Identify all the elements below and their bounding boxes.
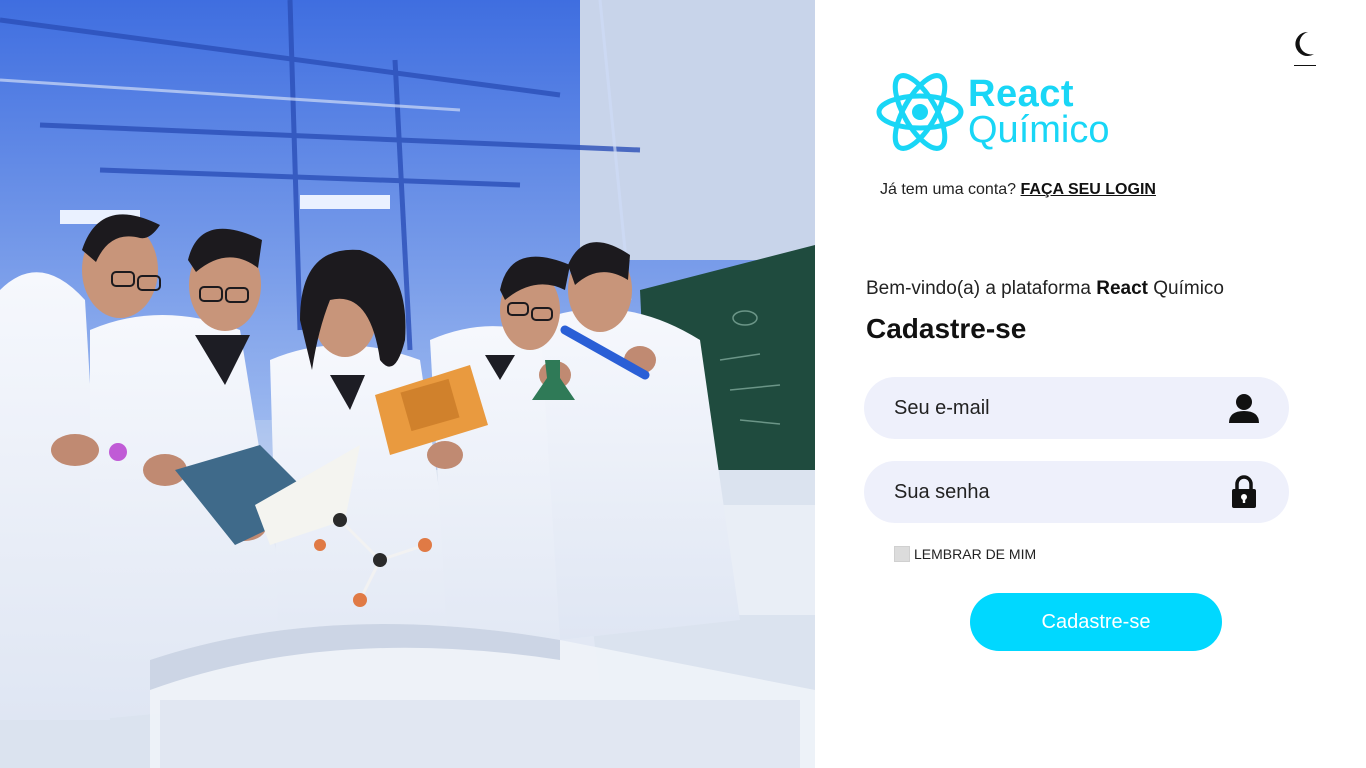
signup-button[interactable]: Cadastre-se: [970, 593, 1222, 651]
password-input[interactable]: [894, 480, 1227, 504]
welcome-message: Bem-vindo(a) a plataforma React Químico: [866, 278, 1224, 300]
email-input[interactable]: [894, 396, 1227, 420]
login-link[interactable]: FAÇA SEU LOGIN: [1021, 181, 1156, 198]
page-title: Cadastre-se: [866, 313, 1027, 344]
login-prompt-text: Já tem uma conta?: [880, 181, 1017, 198]
theme-toggle-button[interactable]: [1290, 30, 1320, 66]
react-atom-logo-icon: [876, 70, 964, 159]
brand-logo: React Químico: [876, 70, 1156, 154]
password-field: [864, 461, 1289, 523]
lock-icon: [1227, 475, 1261, 509]
hero-photo: [0, 0, 815, 768]
welcome-brand-bold: React: [1096, 278, 1148, 299]
email-field: [864, 377, 1289, 439]
welcome-prefix: Bem-vindo(a) a plataforma: [866, 278, 1091, 299]
theme-toggle-underline: [1294, 65, 1316, 66]
remember-me-option[interactable]: LEMBRAR DE MIM: [894, 546, 1036, 562]
login-prompt: Já tem uma conta? FAÇA SEU LOGIN: [880, 181, 1156, 199]
remember-me-label: LEMBRAR DE MIM: [914, 546, 1037, 562]
user-icon: [1227, 391, 1261, 425]
moon-icon: [1294, 30, 1316, 63]
welcome-suffix: Químico: [1153, 278, 1224, 299]
brand-name-line2: Químico: [968, 109, 1110, 151]
lab-students-illustration: [0, 0, 815, 768]
remember-me-checkbox[interactable]: [894, 546, 910, 562]
